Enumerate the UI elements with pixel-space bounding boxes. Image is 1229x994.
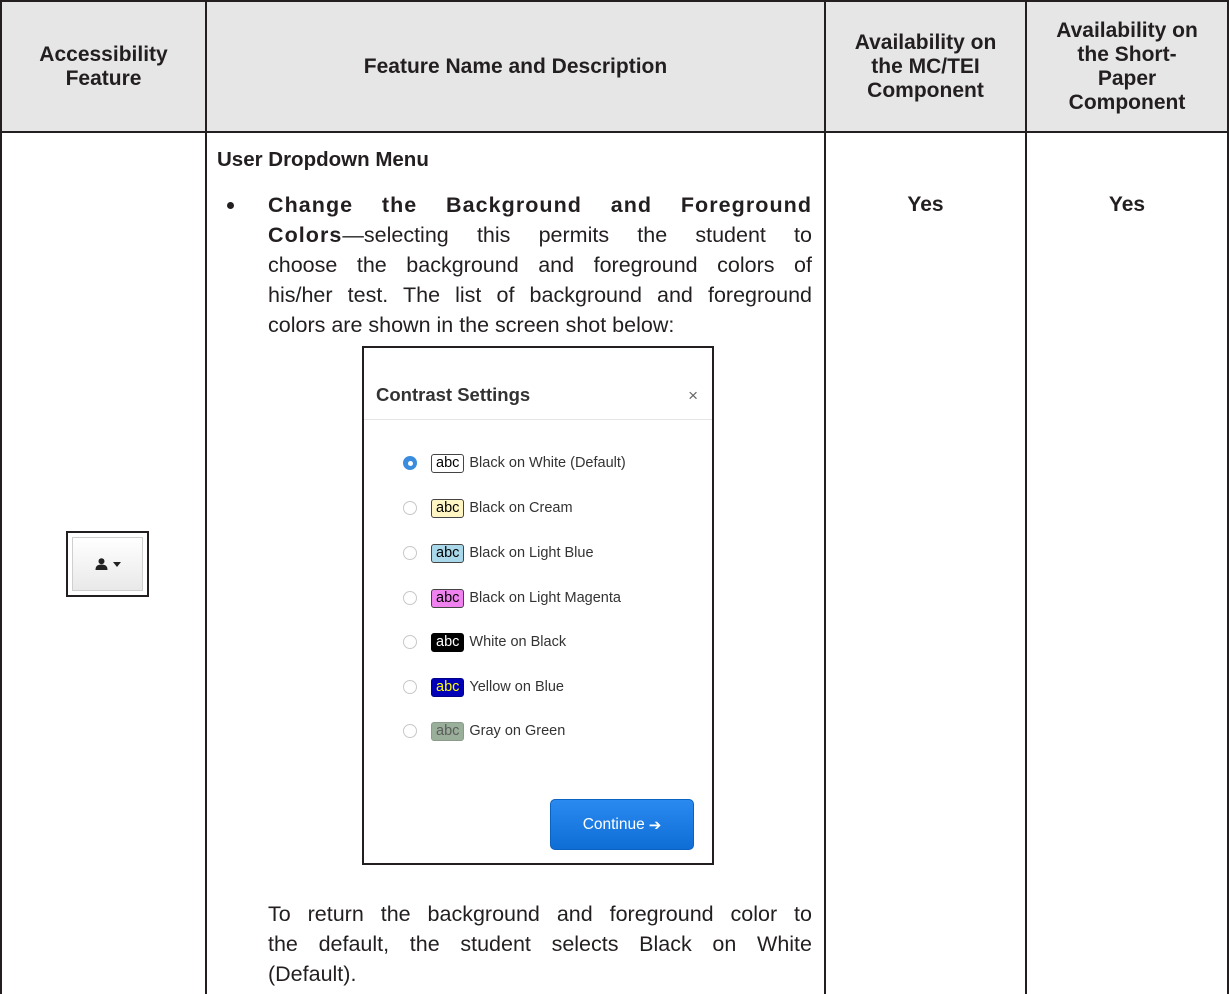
- color-swatch: abc: [431, 453, 465, 473]
- radio-button[interactable]: [403, 591, 417, 605]
- header-mc-tei: Availability on the MC/TEI Component: [826, 2, 1025, 131]
- bullet-line-3: choose the background and foreground col…: [268, 253, 812, 277]
- column-divider-3: [1025, 0, 1027, 994]
- bullet-point: [227, 202, 234, 209]
- table-border-left: [0, 0, 2, 994]
- color-swatch: abc: [431, 543, 465, 563]
- close-icon[interactable]: ×: [688, 387, 698, 404]
- bullet-line-2: Colors—selecting this permits the studen…: [268, 220, 812, 250]
- bullet-line-1: Change the Background and Foreground: [268, 190, 812, 220]
- dialog-header: Contrast Settings ×: [364, 348, 712, 420]
- return-line-1: To return the background and foreground …: [268, 902, 812, 926]
- radio-button[interactable]: [403, 680, 417, 694]
- contrast-option-label: Yellow on Blue: [469, 679, 564, 695]
- contrast-option-label: Black on Cream: [469, 500, 573, 516]
- header-line: the MC/TEI: [871, 54, 980, 78]
- contrast-option-label: Black on Light Blue: [469, 545, 594, 561]
- contrast-settings-dialog: Contrast Settings × abc Black on White (D…: [362, 346, 714, 865]
- continue-label: Continue: [582, 815, 645, 833]
- bullet-line-5: colors are shown in the screen shot belo…: [268, 313, 675, 337]
- section-title: User Dropdown Menu: [217, 148, 429, 171]
- contrast-option-label: White on Black: [469, 634, 567, 650]
- bullet-description: Change the Background and Foreground Col…: [268, 190, 812, 340]
- contrast-option-label: Black on White (Default): [469, 455, 626, 471]
- return-line-2: the default, the student selects Black o…: [268, 932, 812, 956]
- return-instructions: To return the background and foreground …: [268, 899, 812, 989]
- header-line: Feature: [65, 66, 142, 90]
- contrast-option[interactable]: abc Gray on Green: [403, 719, 565, 743]
- bullet-bold-text: Change the Background and Foreground: [268, 193, 812, 217]
- radio-button[interactable]: [403, 724, 417, 738]
- contrast-option[interactable]: abc Yellow on Blue: [403, 675, 564, 699]
- bullet-text: —selecting this permits the student to: [342, 223, 812, 247]
- contrast-option[interactable]: abc Black on Cream: [403, 496, 573, 520]
- contrast-option[interactable]: abc Black on White (Default): [403, 451, 626, 475]
- header-line: Accessibility: [39, 42, 168, 66]
- header-feature-name: Feature Name and Description: [207, 2, 824, 131]
- radio-button[interactable]: [403, 635, 417, 649]
- column-divider-1: [205, 0, 207, 994]
- contrast-option[interactable]: abc Black on Light Magenta: [403, 586, 621, 610]
- header-line: Feature Name and Description: [363, 54, 668, 78]
- contrast-option-label: Black on Light Magenta: [469, 590, 621, 606]
- return-line-3: (Default).: [268, 962, 357, 986]
- contrast-option[interactable]: abc Black on Light Blue: [403, 541, 594, 565]
- user-dropdown-button-face: [72, 537, 143, 591]
- header-accessibility-feature: Accessibility Feature: [2, 2, 205, 131]
- header-line: Component: [1068, 90, 1186, 114]
- caret-down-icon: [112, 561, 121, 567]
- header-line: Availability on: [1056, 18, 1198, 42]
- header-line: Component: [867, 78, 984, 102]
- table-header-divider: [0, 131, 1229, 133]
- color-swatch: abc: [431, 588, 465, 608]
- radio-button[interactable]: [403, 501, 417, 515]
- radio-button[interactable]: [403, 456, 417, 470]
- header-short-paper: Availability on the Short- Paper Compone…: [1027, 2, 1227, 131]
- user-dropdown-button[interactable]: [66, 531, 149, 597]
- contrast-option[interactable]: abc White on Black: [403, 630, 566, 654]
- header-line: Paper: [1097, 66, 1157, 90]
- color-swatch: abc: [431, 721, 465, 741]
- continue-button[interactable]: Continue ➔: [550, 799, 694, 850]
- contrast-option-label: Gray on Green: [469, 723, 566, 739]
- header-line: the Short-: [1077, 42, 1177, 66]
- bullet-bold-text: Colors: [268, 223, 343, 247]
- color-swatch: abc: [431, 677, 465, 697]
- column-divider-2: [824, 0, 826, 994]
- dialog-title: Contrast Settings: [376, 384, 531, 405]
- header-line: Availability on: [854, 30, 997, 54]
- color-swatch: abc: [431, 632, 465, 652]
- bullet-line-4: his/her test. The list of background and…: [268, 283, 812, 307]
- radio-button[interactable]: [403, 546, 417, 560]
- user-icon: [95, 558, 107, 570]
- short-paper-availability: Yes: [1108, 193, 1146, 216]
- mc-tei-availability: Yes: [907, 193, 944, 216]
- color-swatch: abc: [431, 498, 465, 518]
- arrow-right-icon: ➔: [648, 816, 662, 834]
